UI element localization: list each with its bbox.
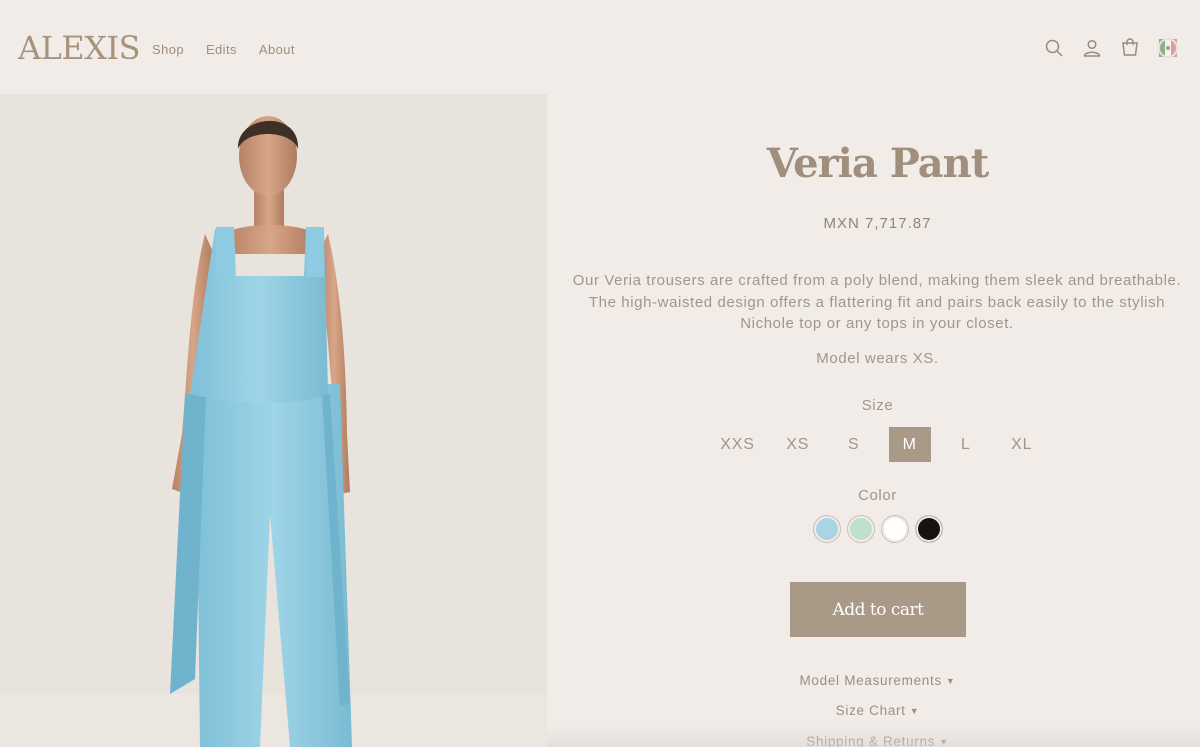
color-swatch-black[interactable] (914, 515, 943, 543)
size-label: Size (861, 397, 894, 414)
accordion-label: Shipping & Returns (806, 734, 936, 747)
accordion-shipping-returns[interactable]: Shipping & Returns ▼ (555, 734, 1200, 747)
color-label: Color (858, 487, 897, 504)
caret-down-icon: ▼ (939, 736, 949, 747)
caret-down-icon: ▼ (909, 705, 920, 716)
model-size-note: Model wears XS. (816, 350, 939, 367)
nav-item-shop[interactable]: Shop (152, 42, 184, 57)
search-icon[interactable] (1044, 38, 1064, 58)
product-price: MXN 7,717.87 (823, 215, 932, 232)
accordion-size-chart[interactable]: Size Chart ▼ (555, 703, 1200, 718)
size-option-xs[interactable]: XS (777, 427, 819, 462)
product-title: Veria Pant (766, 140, 989, 187)
accordion-label: Size Chart (835, 703, 906, 718)
nav-item-edits[interactable]: Edits (206, 42, 237, 57)
size-option-m[interactable]: M (888, 427, 931, 462)
product-info: Veria Pant MXN 7,717.87 Our Veria trouse… (555, 94, 1200, 747)
cart-icon[interactable] (1120, 38, 1140, 58)
color-swatch-light-blue[interactable] (812, 515, 841, 543)
size-option-xxs[interactable]: XXS (712, 427, 762, 462)
header-icons (1044, 38, 1178, 58)
size-option-l[interactable]: L (945, 427, 987, 462)
main-nav: Shop Edits About (152, 42, 317, 57)
nav-item-about[interactable]: About (259, 42, 295, 57)
size-selector: XXS XS S M L XL (555, 427, 1200, 462)
size-option-s[interactable]: S (833, 427, 875, 462)
site-header: ALEXIS Shop Edits About (0, 0, 1200, 94)
product-description: Our Veria trousers are crafted from a po… (572, 272, 1182, 332)
accordion-label: Model Measurements (799, 673, 942, 688)
account-icon[interactable] (1082, 38, 1102, 58)
color-selector (555, 515, 1200, 543)
product-image[interactable] (0, 94, 547, 747)
add-to-cart-button[interactable]: Add to cart (790, 582, 966, 637)
color-swatch-mint[interactable] (846, 515, 875, 543)
brand-logo[interactable]: ALEXIS (18, 29, 141, 67)
color-swatch-white[interactable] (880, 515, 909, 543)
accordion-model-measurements[interactable]: Model Measurements ▼ (555, 673, 1200, 688)
country-flag-icon[interactable] (1158, 38, 1178, 58)
caret-down-icon: ▼ (945, 675, 956, 686)
size-option-xl[interactable]: XL (1001, 427, 1043, 462)
